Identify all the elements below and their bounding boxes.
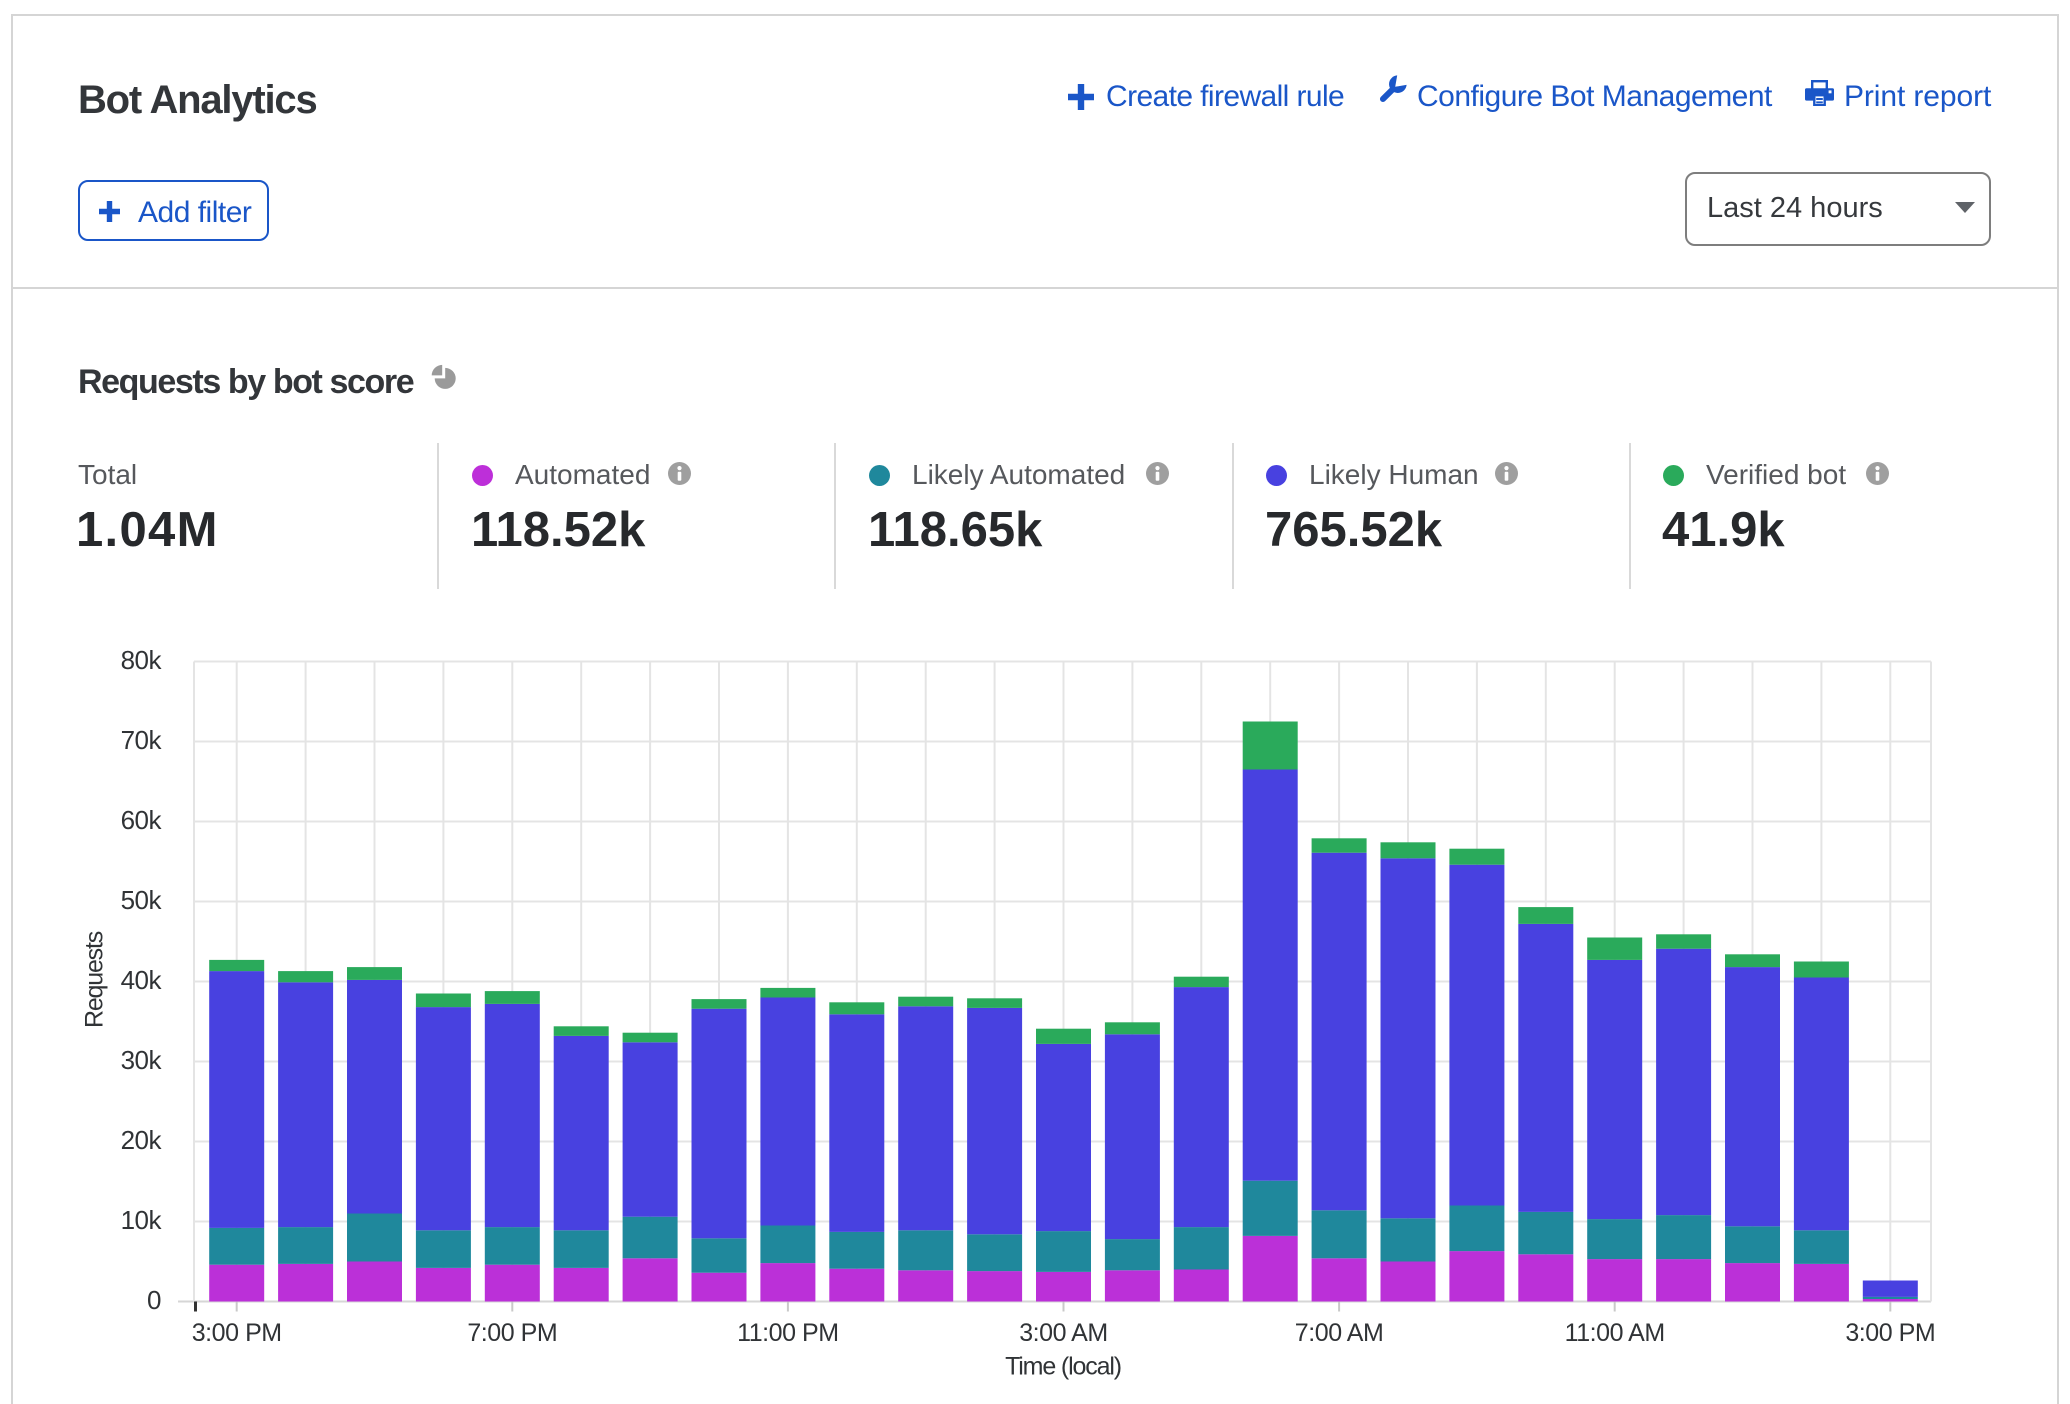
svg-text:11:00 AM: 11:00 AM (1565, 1319, 1665, 1347)
svg-text:7:00 AM: 7:00 AM (1295, 1319, 1384, 1347)
svg-text:3:00 AM: 3:00 AM (1019, 1319, 1108, 1347)
svg-text:40k: 40k (121, 965, 163, 995)
svg-text:Time (local): Time (local) (1005, 1353, 1121, 1381)
svg-text:70k: 70k (121, 725, 163, 755)
svg-text:20k: 20k (121, 1125, 163, 1155)
svg-text:7:00 PM: 7:00 PM (467, 1319, 557, 1347)
svg-text:30k: 30k (121, 1045, 163, 1075)
svg-text:11:00 PM: 11:00 PM (737, 1319, 839, 1347)
svg-text:50k: 50k (121, 885, 163, 915)
svg-text:3:00 PM: 3:00 PM (1845, 1319, 1935, 1347)
svg-text:0: 0 (147, 1285, 161, 1315)
svg-text:Requests: Requests (81, 931, 109, 1028)
svg-text:60k: 60k (121, 805, 163, 835)
svg-text:80k: 80k (121, 645, 163, 675)
svg-text:10k: 10k (121, 1205, 163, 1235)
svg-text:3:00 PM: 3:00 PM (192, 1319, 282, 1347)
